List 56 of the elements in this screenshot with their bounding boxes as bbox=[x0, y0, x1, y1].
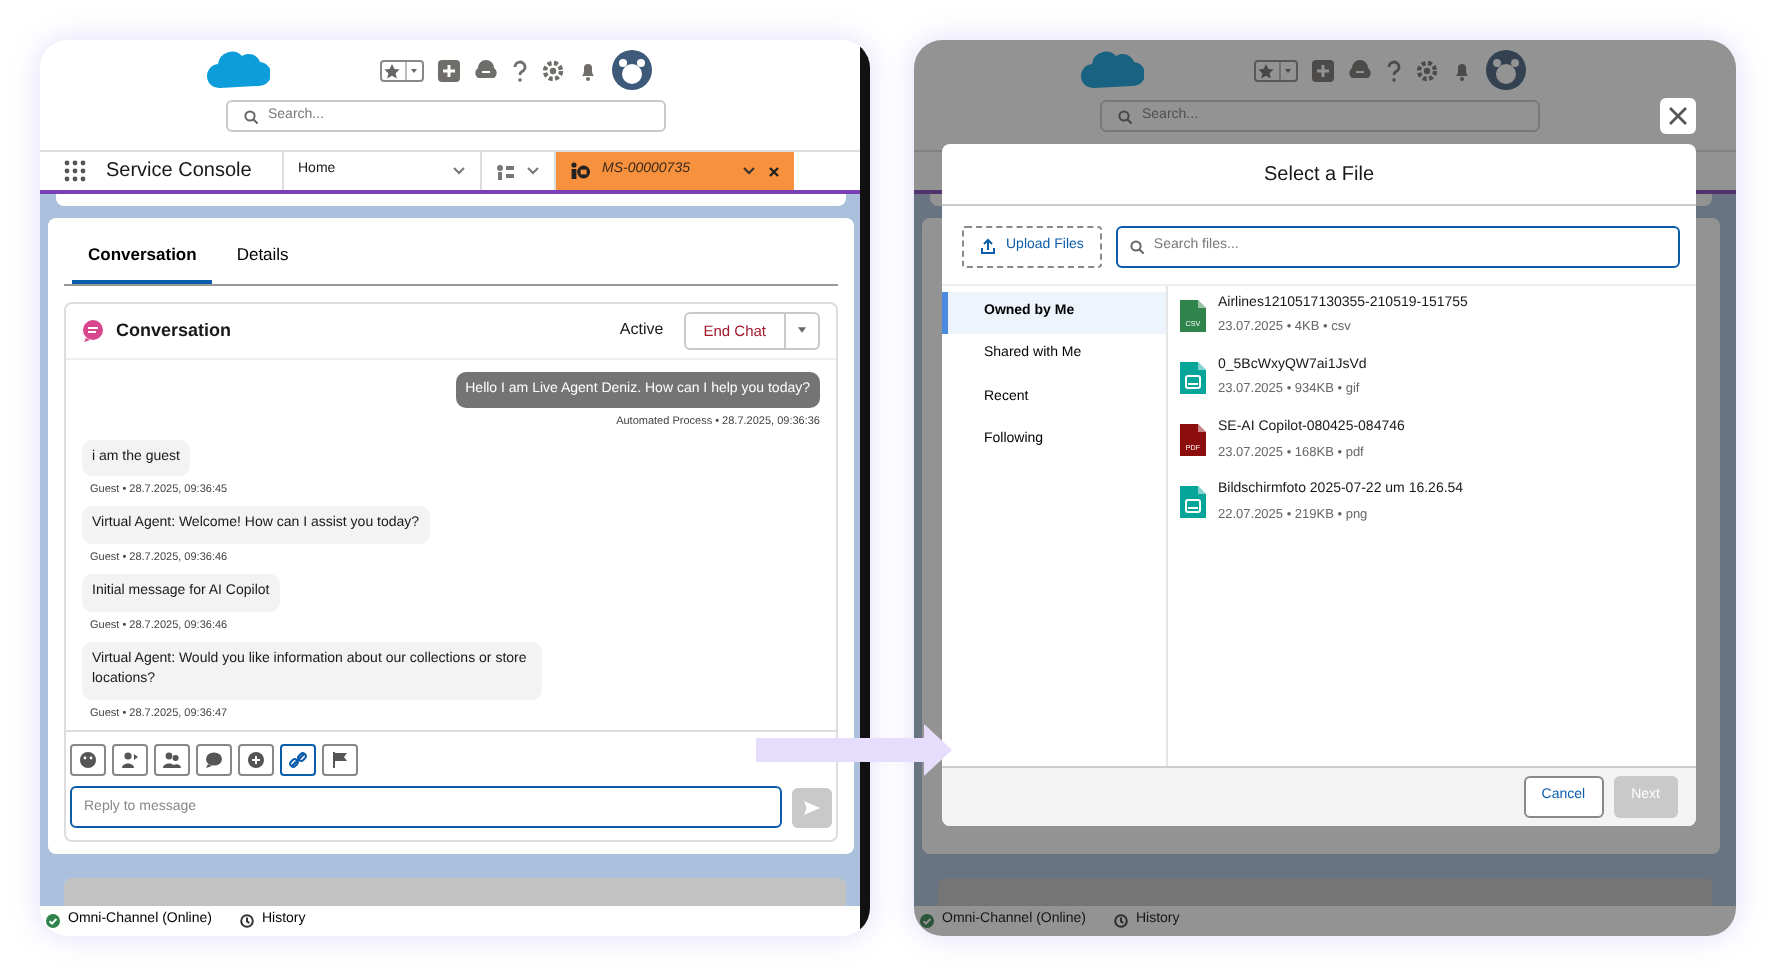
bell-icon[interactable] bbox=[578, 59, 598, 81]
people-icon bbox=[162, 750, 182, 771]
close-icon[interactable] bbox=[768, 165, 780, 177]
conversation-icon bbox=[82, 319, 104, 342]
conversation-title: Conversation bbox=[116, 317, 234, 344]
send-icon bbox=[804, 799, 820, 816]
toolbar-button[interactable] bbox=[70, 744, 106, 777]
check-icon bbox=[920, 914, 934, 928]
search-icon bbox=[1129, 239, 1144, 254]
smiley-icon bbox=[78, 750, 98, 771]
favorites-icon[interactable] bbox=[380, 59, 424, 81]
chat-icon bbox=[204, 750, 224, 771]
toolbar-button[interactable] bbox=[322, 744, 358, 777]
close-button[interactable] bbox=[1660, 98, 1696, 134]
toolbar-button[interactable] bbox=[154, 744, 190, 777]
check-icon bbox=[46, 914, 60, 928]
toolbar-button[interactable] bbox=[280, 744, 316, 777]
record-tab[interactable]: Details bbox=[220, 229, 305, 284]
toolbar-button[interactable] bbox=[238, 744, 274, 777]
chevron-icon bbox=[526, 166, 540, 176]
clock-icon bbox=[239, 914, 254, 928]
app-name: Service Console bbox=[106, 158, 252, 186]
upload-icon bbox=[980, 238, 996, 255]
dialog-title: Select a File bbox=[942, 144, 1696, 206]
close-icon bbox=[1668, 106, 1688, 126]
search-icon bbox=[244, 109, 258, 123]
add-icon[interactable] bbox=[438, 59, 460, 81]
favorites-icon[interactable] bbox=[1254, 59, 1298, 81]
chevron-icon bbox=[452, 166, 466, 176]
record-tab[interactable]: Conversation bbox=[72, 229, 213, 284]
image-file-icon bbox=[1180, 486, 1206, 519]
bell-icon[interactable] bbox=[1452, 59, 1472, 81]
help-icon[interactable] bbox=[512, 59, 528, 81]
settings-icon[interactable] bbox=[1416, 59, 1438, 81]
help-icon[interactable] bbox=[1386, 59, 1402, 81]
cloud-logo bbox=[206, 48, 270, 92]
app-launcher-icon[interactable] bbox=[64, 160, 86, 182]
person-icon bbox=[120, 750, 140, 771]
status-label: Active bbox=[619, 318, 664, 343]
image-file-icon bbox=[1180, 361, 1206, 394]
flag-icon bbox=[330, 750, 350, 771]
caret-icon bbox=[798, 326, 806, 335]
settings-icon[interactable] bbox=[542, 59, 564, 81]
chevron-icon bbox=[742, 166, 756, 176]
chat-plus-icon bbox=[246, 750, 266, 771]
clock-icon bbox=[1113, 914, 1128, 928]
search-icon bbox=[1118, 109, 1132, 123]
link-icon bbox=[288, 750, 308, 771]
cloud-logo bbox=[1080, 48, 1144, 92]
avatar-icon[interactable] bbox=[612, 50, 652, 90]
avatar-icon[interactable] bbox=[1486, 50, 1526, 90]
toolbar-button[interactable] bbox=[196, 744, 232, 777]
add-icon[interactable] bbox=[1312, 59, 1334, 81]
cloud-icon[interactable] bbox=[474, 59, 498, 81]
toolbar-button[interactable] bbox=[112, 744, 148, 777]
cloud-icon[interactable] bbox=[1348, 59, 1372, 81]
